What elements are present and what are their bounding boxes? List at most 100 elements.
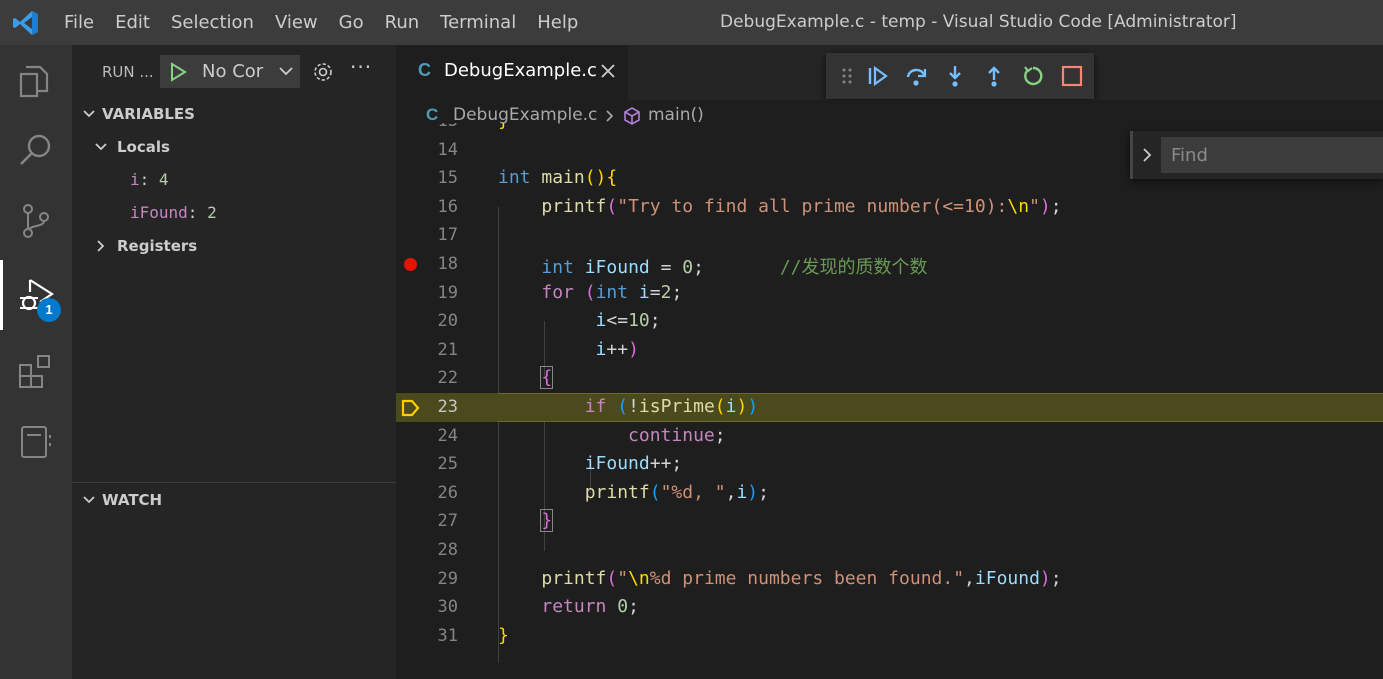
close-icon[interactable]	[600, 63, 616, 79]
title-bar: File Edit Selection View Go Run Terminal…	[0, 0, 1383, 45]
activity-extensions[interactable]	[0, 335, 72, 405]
debug-badge: 1	[37, 298, 61, 322]
code-line[interactable]: 30 return 0;	[396, 593, 1383, 622]
menu-go[interactable]: Go	[339, 0, 364, 45]
code-comment: //发现的质数个数	[779, 257, 928, 278]
more-actions-icon[interactable]: ···	[350, 55, 372, 79]
menu-edit[interactable]: Edit	[115, 0, 150, 45]
continue-icon[interactable]	[866, 64, 890, 88]
debug-config-select[interactable]: No Cor	[160, 55, 300, 88]
gear-icon[interactable]	[312, 61, 334, 83]
tab-debugexample[interactable]: C DebugExample.c	[396, 45, 628, 100]
breadcrumb-symbol[interactable]: main()	[648, 105, 704, 125]
activity-source-control[interactable]	[0, 185, 72, 255]
code-line[interactable]: 29 printf("\n%d prime numbers been found…	[396, 565, 1383, 594]
source-control-icon	[23, 204, 49, 238]
code-editor[interactable]: 13 } 14 15 int main(){ 16 printf("Try to…	[396, 123, 1383, 679]
watch-section-header[interactable]: WATCH	[72, 486, 396, 516]
chevron-down-icon	[83, 496, 95, 504]
line-number: 27	[437, 511, 458, 532]
locals-scope[interactable]: Locals	[72, 131, 396, 164]
chevron-down-icon	[279, 67, 293, 76]
line-number: 19	[437, 282, 458, 303]
registers-scope[interactable]: Registers	[72, 230, 396, 263]
chevron-right-icon[interactable]	[1141, 147, 1153, 163]
stop-icon[interactable]	[1060, 64, 1084, 88]
code-line[interactable]: 28	[396, 536, 1383, 565]
menu-bar: File Edit Selection View Go Run Terminal…	[64, 0, 599, 45]
code-line[interactable]: 17	[396, 221, 1383, 250]
menu-view[interactable]: View	[275, 0, 318, 45]
line-number: 29	[437, 568, 458, 589]
restart-icon[interactable]	[1021, 64, 1045, 88]
find-widget: Find	[1130, 131, 1383, 179]
variables-section-header[interactable]: VARIABLES	[72, 100, 396, 130]
run-view-title: RUN ...	[102, 63, 154, 81]
code-line[interactable]: 24 continue;	[396, 422, 1383, 451]
code-line[interactable]: 26 printf("%d, ",i);	[396, 479, 1383, 508]
step-out-icon[interactable]	[982, 64, 1006, 88]
code-line[interactable]: 22 {	[396, 364, 1383, 393]
code-line[interactable]: 19 for (int i=2;	[396, 279, 1383, 308]
code-line[interactable]: 27 }	[396, 507, 1383, 536]
line-number: 13	[396, 123, 458, 131]
variable-value: 2	[207, 203, 217, 222]
variable-row[interactable]: i: 4	[130, 170, 169, 189]
notebook-icon	[21, 426, 51, 458]
line-number: 14	[437, 139, 458, 160]
line-number: 16	[437, 196, 458, 217]
debug-sidebar: RUN ... No Cor ··· VARIABLES Locals i: 4	[72, 45, 396, 679]
breadcrumb-file[interactable]: DebugExample.c	[453, 105, 597, 125]
menu-help[interactable]: Help	[537, 0, 578, 45]
menu-terminal[interactable]: Terminal	[440, 0, 516, 45]
chevron-right-icon	[97, 240, 105, 252]
watch-title: WATCH	[102, 491, 163, 509]
activity-search[interactable]	[0, 115, 72, 185]
line-number: 20	[437, 311, 458, 332]
extensions-icon	[19, 355, 50, 388]
code-line[interactable]: 31 }	[396, 622, 1383, 651]
line-number: 25	[437, 454, 458, 475]
search-icon	[20, 134, 51, 165]
menu-selection[interactable]: Selection	[171, 0, 254, 45]
find-placeholder: Find	[1171, 145, 1208, 166]
step-over-icon[interactable]	[904, 64, 928, 88]
line-number: 30	[437, 597, 458, 618]
chevron-down-icon	[95, 143, 107, 151]
line-number: 23	[437, 397, 458, 417]
code-line[interactable]: 20 i<=10;	[396, 307, 1383, 336]
registers-label: Registers	[117, 237, 198, 255]
editor-area: C DebugExample.c C DebugExample.c main()…	[396, 45, 1383, 679]
activity-explorer[interactable]	[0, 45, 72, 115]
step-into-icon[interactable]	[943, 64, 967, 88]
line-number: 21	[437, 339, 458, 360]
code-line[interactable]: 16 printf("Try to find all prime number(…	[396, 193, 1383, 222]
variable-value: 4	[158, 170, 169, 189]
find-input[interactable]: Find	[1161, 137, 1383, 173]
locals-label: Locals	[117, 138, 170, 156]
line-number: 17	[437, 225, 458, 246]
line-number: 15	[437, 168, 458, 189]
code-line[interactable]: 25 iFound++;	[396, 450, 1383, 479]
activity-bar: 1	[0, 45, 72, 679]
variable-name: iFound	[130, 203, 188, 222]
code-line[interactable]: 21 i++)	[396, 336, 1383, 365]
run-header: RUN ... No Cor ···	[72, 45, 396, 100]
variable-name: i	[130, 170, 140, 189]
variables-title: VARIABLES	[102, 105, 195, 123]
menu-run[interactable]: Run	[385, 0, 420, 45]
debug-config-name: No Cor	[202, 61, 264, 82]
play-icon[interactable]	[168, 62, 188, 82]
menu-file[interactable]: File	[64, 0, 94, 45]
variable-row[interactable]: iFound: 2	[130, 203, 217, 222]
current-execution-line[interactable]: 23 if (!isPrime(i))	[396, 393, 1383, 422]
activity-run-debug[interactable]: 1	[0, 260, 72, 330]
code-line[interactable]: 18 int iFound = 0; //发现的质数个数	[396, 250, 1383, 279]
drag-handle-icon[interactable]	[842, 67, 852, 85]
debug-toolbar	[826, 53, 1094, 99]
c-file-icon: C	[426, 105, 439, 124]
chevron-right-icon	[606, 110, 614, 122]
vscode-logo-icon	[13, 11, 38, 35]
window-title: DebugExample.c - temp - Visual Studio Co…	[720, 12, 1237, 32]
activity-notebook[interactable]	[0, 405, 72, 475]
